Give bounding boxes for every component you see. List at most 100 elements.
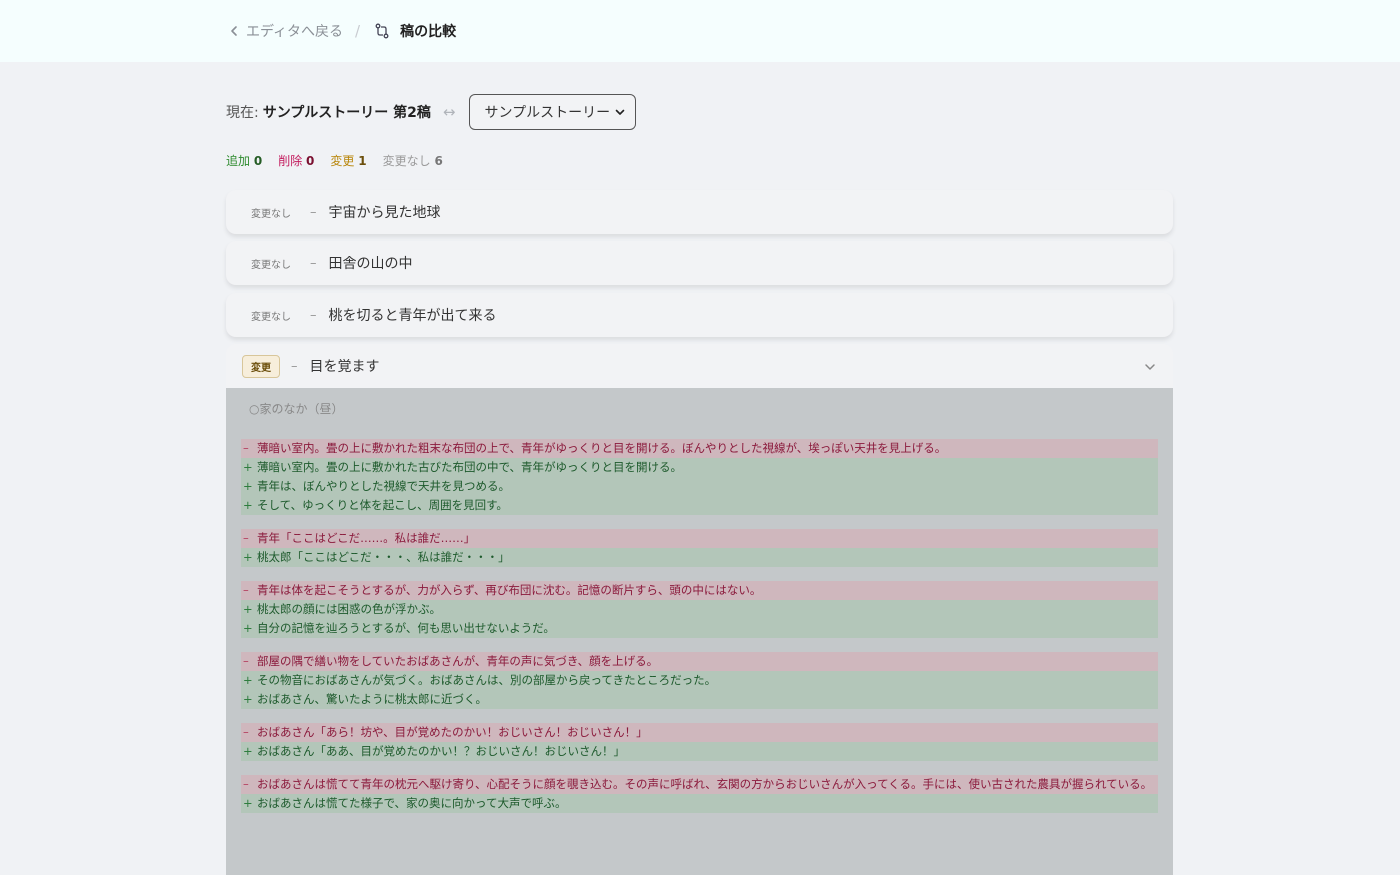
diff-text: おばあさんは慌てて青年の枕元へ駆け寄り、心配そうに顔を覗き込む。その声に呼ばれ、… [257,777,1153,791]
diff-text: おばあさん「あら！坊や、目が覚めたのかい！おじいさん！おじいさん！」 [257,725,648,739]
scene-card[interactable]: 変更なし – 宇宙から見た地球 [226,190,1173,234]
diff-block: – おばあさん「あら！坊や、目が覚めたのかい！おじいさん！おじいさん！」 + おばあさ… [241,723,1158,761]
select-chevron-icon [615,109,624,115]
added-line: + そして、ゆっくりと体を起こし、周囲を見回す。 [241,496,1158,515]
scene-dash: – [310,307,317,323]
stat-changed-count: 1 [358,154,367,168]
diff-text: おばあさん、驚いたように桃太郎に近づく。 [257,692,487,706]
breadcrumb-separator: / [355,22,361,40]
diff-sign: – [243,654,249,668]
diff-text: おばあさん「ああ、目が覚めたのかい！？おじいさん！おじいさん！」 [257,744,625,758]
diff-sign: – [243,777,249,791]
current-label: 現在: [226,105,259,121]
added-line: + 自分の記憶を辿ろうとするが、何も思い出せないようだ。 [241,619,1158,638]
added-line: + 青年は、ぼんやりとした視線で天井を見つめる。 [241,477,1158,496]
diff-blocks: – 薄暗い室内。畳の上に敷かれた粗末な布団の上で、青年がゆっくりと目を開ける。ぼん… [241,439,1158,813]
compare-row: 現在: サンプルストーリー 第2稿 ↔ サンプルストーリー [226,94,636,130]
scene-title: 宇宙から見た地球 [328,205,441,221]
diff-block: – 部屋の隅で繕い物をしていたおばあさんが、青年の声に気づき、顔を上げる。 + その物… [241,652,1158,709]
diff-text: 自分の記憶を辿ろうとするが、何も思い出せないようだ。 [257,621,555,635]
added-line: + おばあさんは慌てた様子で、家の奥に向かって大声で呼ぶ。 [241,794,1158,813]
draft-select[interactable]: サンプルストーリー [468,94,636,130]
changed-badge: 変更 [242,354,280,378]
stat-deleted-label: 削除 [278,154,303,168]
added-line: + その物音におばあさんが気づく。おばあさんは、別の部屋から戻ってきたところだった… [241,671,1158,690]
scene-title: 目を覚ます [309,359,380,375]
unchanged-badge: 変更なし [251,208,291,220]
draft-select-value: サンプルストーリー [484,105,611,121]
current-draft-name: サンプルストーリー 第2稿 [262,105,431,121]
stat-changed: 変更 1 [330,152,366,169]
unchanged-badge: 変更なし [251,259,291,271]
diff-sign: + [243,602,253,616]
stat-deleted: 削除 0 [278,152,314,169]
diff-text: 部屋の隅で繕い物をしていたおばあさんが、青年の声に気づき、顔を上げる。 [257,654,659,668]
swap-icon: ↔ [442,103,456,121]
top-bar: エディタへ戻る / 稿の比較 [0,0,1400,62]
added-line: + 桃太郎「ここはどこだ・・・、私は誰だ・・・」 [241,548,1158,567]
diff-sign: + [243,479,253,493]
diff-sign: + [243,744,253,758]
diff-block: – 薄暗い室内。畳の上に敷かれた粗末な布団の上で、青年がゆっくりと目を開ける。ぼん… [241,439,1158,515]
deleted-line: – 青年「ここはどこだ……。私は誰だ……」 [241,529,1158,548]
diff-text: 青年は、ぼんやりとした視線で天井を見つめる。 [257,479,510,493]
chevron-left-icon [231,26,237,36]
diff-text: その物音におばあさんが気づく。おばあさんは、別の部屋から戻ってきたところだった。 [257,673,717,687]
scene-dash: – [310,255,317,271]
diff-sign: + [243,796,253,810]
scene-title: 田舎の山の中 [328,256,413,272]
stat-unchanged: 変更なし 6 [383,152,443,169]
diff-sign: + [243,550,253,564]
scene-card[interactable]: 変更なし – 桃を切ると青年が出て来る [226,293,1173,337]
deleted-line: – 薄暗い室内。畳の上に敷かれた粗末な布団の上で、青年がゆっくりと目を開ける。ぼん… [241,439,1158,458]
diff-sign: – [243,583,249,597]
stat-unchanged-count: 6 [434,154,443,168]
diff-block: – 青年「ここはどこだ……。私は誰だ……」 + 桃太郎「ここはどこだ・・・、私は誰だ・… [241,529,1158,567]
diff-text: 薄暗い室内。畳の上に敷かれた古びた布団の中で、青年がゆっくりと目を開ける。 [257,460,683,474]
diff-text: そして、ゆっくりと体を起こし、周囲を見回す。 [257,498,508,512]
deleted-line: – おばあさん「あら！坊や、目が覚めたのかい！おじいさん！おじいさん！」 [241,723,1158,742]
added-line: + おばあさん「ああ、目が覚めたのかい！？おじいさん！おじいさん！」 [241,742,1158,761]
breadcrumb-current: 稿の比較 [374,21,456,41]
diff-text: 青年は体を起こそうとするが、力が入らず、再び布団に沈む。記憶の断片すら、頭の中に… [257,583,762,597]
diff-sign: + [243,673,253,687]
diff-text: 桃太郎の顔には困惑の色が浮かぶ。 [257,602,441,616]
diff-sign: + [243,498,253,512]
changed-scene-card: 変更 – 目を覚ます ○家のなか（昼） – 薄暗い室内。畳の上に敷かれた粗末な布団… [226,344,1173,875]
stat-added: 追加 0 [226,152,262,169]
changed-scene-header[interactable]: 変更 – 目を覚ます [226,344,1173,388]
diff-body: ○家のなか（昼） – 薄暗い室内。畳の上に敷かれた粗末な布団の上で、青年がゆっくり… [226,388,1173,875]
chevron-down-icon[interactable] [1143,360,1157,374]
diff-block: – おばあさんは慌てて青年の枕元へ駆け寄り、心配そうに顔を覗き込む。その声に呼ばれ… [241,775,1158,813]
diff-stats: 追加 0 削除 0 変更 1 変更なし 6 [226,152,443,169]
diff-sign: + [243,460,253,474]
page-title: 稿の比較 [400,24,457,40]
stat-unchanged-label: 変更なし [382,154,431,168]
scene-dash: – [291,358,298,374]
diff-sign: – [243,725,249,739]
added-line: + おばあさん、驚いたように桃太郎に近づく。 [241,690,1158,709]
stat-added-label: 追加 [226,154,251,168]
diff-text: 薄暗い室内。畳の上に敷かれた粗末な布団の上で、青年がゆっくりと目を開ける。ぼんや… [257,441,947,455]
diff-text: 桃太郎「ここはどこだ・・・、私は誰だ・・・」 [257,550,510,564]
scene-card[interactable]: 変更なし – 田舎の山の中 [226,241,1173,285]
diff-text: おばあさんは慌てた様子で、家の奥に向かって大声で呼ぶ。 [257,796,567,810]
diff-sign: + [243,692,253,706]
stat-added-count: 0 [253,154,263,168]
added-line: + 桃太郎の顔には困惑の色が浮かぶ。 [241,600,1158,619]
compare-icon [375,23,389,39]
deleted-line: – 部屋の隅で繕い物をしていたおばあさんが、青年の声に気づき、顔を上げる。 [241,652,1158,671]
stat-deleted-count: 0 [306,154,315,168]
deleted-line: – おばあさんは慌てて青年の枕元へ駆け寄り、心配そうに顔を覗き込む。その声に呼ばれ… [241,775,1158,794]
diff-sign: + [243,621,253,635]
deleted-line: – 青年は体を起こそうとするが、力が入らず、再び布団に沈む。記憶の断片すら、頭の中… [241,581,1158,600]
diff-sign: – [243,531,249,545]
scene-dash: – [310,204,317,220]
back-to-editor-link[interactable]: エディタへ戻る [228,21,343,41]
added-line: + 薄暗い室内。畳の上に敷かれた古びた布団の中で、青年がゆっくりと目を開ける。 [241,458,1158,477]
scene-location: ○家のなか（昼） [249,402,344,416]
diff-block: – 青年は体を起こそうとするが、力が入らず、再び布団に沈む。記憶の断片すら、頭の中… [241,581,1158,638]
back-label: エディタへ戻る [246,24,344,40]
stat-changed-label: 変更 [330,154,355,168]
diff-sign: – [243,441,249,455]
